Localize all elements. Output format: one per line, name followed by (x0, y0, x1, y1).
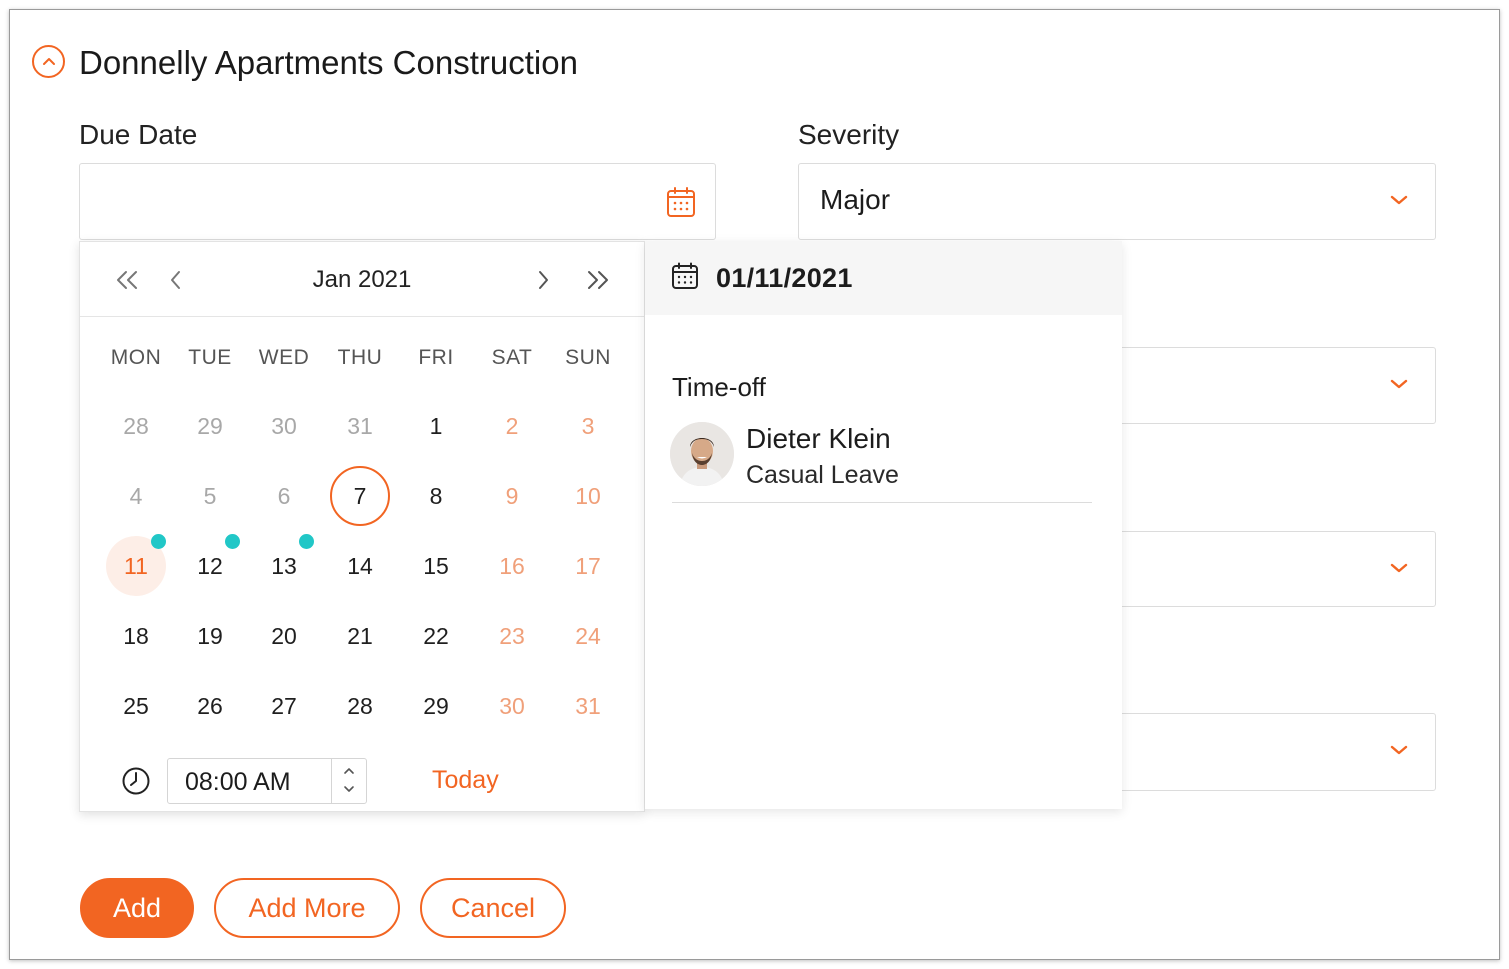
collapse-section-button[interactable] (32, 45, 65, 78)
calendar-day[interactable]: 7 (330, 466, 390, 526)
detail-header: 01/11/2021 (645, 241, 1122, 315)
weekday-header: TUE (188, 346, 232, 369)
calendar-day[interactable]: 31 (330, 396, 390, 456)
chevron-up-icon (43, 58, 55, 65)
event-indicator-dot (151, 534, 166, 549)
today-link[interactable]: Today (432, 766, 499, 795)
calendar-day[interactable]: 5 (180, 466, 240, 526)
weekday-header: WED (258, 346, 310, 369)
weekday-header: SUN (565, 346, 611, 369)
weekday-header: FRI (418, 346, 454, 369)
time-off-heading: Time-off (672, 372, 766, 402)
calendar-day[interactable]: 22 (406, 606, 466, 666)
event-indicator-dot (225, 534, 240, 549)
calendar-header: Jan 2021 (80, 242, 644, 317)
cancel-button[interactable]: Cancel (420, 878, 566, 938)
add-more-button[interactable]: Add More (214, 878, 400, 938)
calendar-day[interactable]: 2 (482, 396, 542, 456)
chevron-down-icon (1390, 379, 1408, 389)
weekday-header: SAT (491, 346, 533, 369)
calendar-day[interactable]: 9 (482, 466, 542, 526)
calendar-day[interactable]: 18 (106, 606, 166, 666)
calendar-day[interactable]: 27 (254, 676, 314, 736)
calendar-day[interactable]: 14 (330, 536, 390, 596)
calendar-day[interactable]: 16 (482, 536, 542, 596)
calendar-day[interactable]: 30 (482, 676, 542, 736)
calendar-day[interactable]: 20 (254, 606, 314, 666)
calendar-day[interactable]: 29 (180, 396, 240, 456)
due-date-label: Due Date (79, 119, 198, 150)
chevron-down-icon (1390, 745, 1408, 755)
calendar-day[interactable]: 25 (106, 676, 166, 736)
calendar-day[interactable]: 19 (180, 606, 240, 666)
calendar-day[interactable]: 29 (406, 676, 466, 736)
section-title: Donnelly Apartments Construction (79, 44, 578, 81)
increment-time-icon[interactable] (343, 766, 355, 776)
calendar-day[interactable]: 23 (482, 606, 542, 666)
next-year-icon[interactable] (585, 268, 611, 292)
calendar-icon[interactable] (666, 186, 696, 218)
calendar-day[interactable]: 28 (330, 676, 390, 736)
calendar-day[interactable]: 3 (558, 396, 618, 456)
leave-type: Casual Leave (746, 461, 899, 489)
severity-select[interactable]: Major (798, 163, 1436, 240)
day-detail-panel: 01/11/2021 Time-off Dieter Klein Casual … (645, 241, 1122, 809)
decrement-time-icon[interactable] (343, 784, 355, 794)
calendar-icon (672, 262, 698, 289)
person-name: Dieter Klein (746, 423, 891, 454)
avatar (670, 422, 734, 486)
time-spinner[interactable] (331, 759, 366, 803)
calendar-day[interactable]: 26 (180, 676, 240, 736)
chevron-down-icon (1390, 195, 1408, 205)
calendar-day[interactable]: 1 (406, 396, 466, 456)
calendar-day[interactable]: 6 (254, 466, 314, 526)
calendar-day[interactable]: 4 (106, 466, 166, 526)
weekday-header: MON (110, 346, 162, 369)
calendar-day[interactable]: 10 (558, 466, 618, 526)
time-value: 08:00 AM (185, 768, 291, 796)
detail-date: 01/11/2021 (716, 263, 853, 293)
severity-label: Severity (798, 119, 900, 150)
clock-icon (122, 767, 150, 795)
date-picker-popup: Jan 2021 MON TUE WED THU FRI SAT SUN 28 29 30 31 1… (79, 241, 645, 812)
weekday-header: THU (337, 346, 383, 369)
due-date-input[interactable] (79, 163, 716, 240)
calendar-day[interactable]: 30 (254, 396, 314, 456)
event-indicator-dot (299, 534, 314, 549)
calendar-day[interactable]: 28 (106, 396, 166, 456)
time-input[interactable]: 08:00 AM (167, 758, 367, 804)
calendar-day[interactable]: 15 (406, 536, 466, 596)
chevron-down-icon (1390, 563, 1408, 573)
calendar-day[interactable]: 31 (558, 676, 618, 736)
time-off-entry[interactable]: Dieter Klein Casual Leave (670, 421, 1092, 503)
severity-value: Major (820, 184, 891, 215)
month-label: Jan 2021 (312, 266, 412, 293)
calendar-day[interactable]: 24 (558, 606, 618, 666)
calendar-day[interactable]: 17 (558, 536, 618, 596)
calendar-day[interactable]: 21 (330, 606, 390, 666)
add-button[interactable]: Add (80, 878, 194, 938)
next-month-icon[interactable] (535, 268, 551, 292)
calendar-day[interactable]: 8 (406, 466, 466, 526)
